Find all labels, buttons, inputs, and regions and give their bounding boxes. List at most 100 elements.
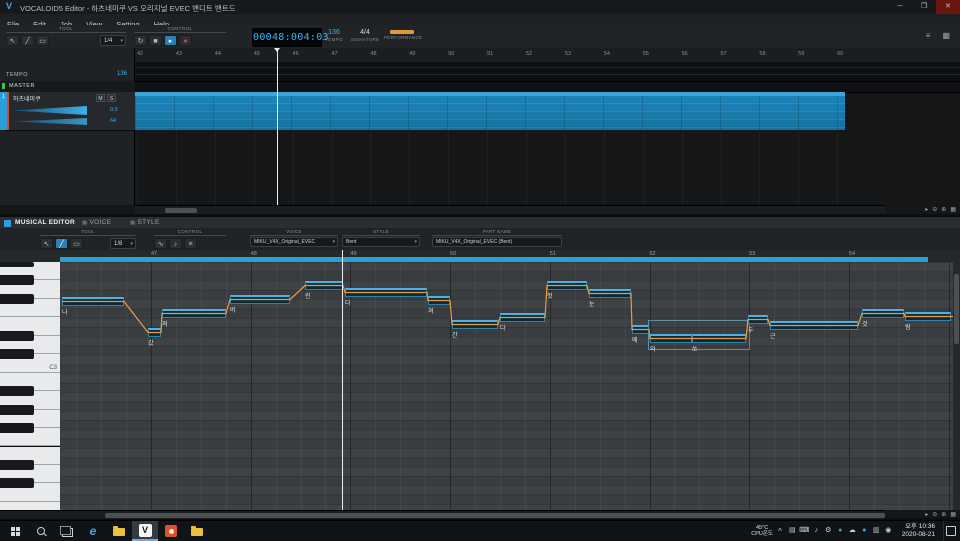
piano-key-sharp[interactable]: [0, 459, 34, 470]
note[interactable]: [230, 295, 290, 304]
close-button[interactable]: ✕: [936, 0, 960, 14]
mute-button[interactable]: M: [96, 94, 105, 102]
zoom-out-icon[interactable]: ⊖: [932, 206, 937, 213]
eraser-tool-icon[interactable]: ▭: [36, 35, 49, 46]
tray-volume-icon[interactable]: ◉: [883, 521, 894, 541]
tray-messenger-icon[interactable]: ●: [835, 521, 846, 541]
piano-key-sharp[interactable]: [0, 423, 34, 434]
piano-roll-scrollbar[interactable]: [0, 510, 885, 519]
note[interactable]: [770, 321, 858, 330]
tray-network-icon[interactable]: ▥: [871, 521, 882, 541]
tray-display-icon[interactable]: ▤: [787, 521, 798, 541]
vocal-part-clip[interactable]: [135, 92, 845, 130]
note[interactable]: [632, 325, 649, 334]
piano-roll-scrollbar-handle[interactable]: [105, 512, 885, 518]
style-field[interactable]: STYLE Bent ▾: [342, 229, 420, 248]
piano-key-sharp[interactable]: [0, 349, 34, 360]
zoom-in-icon[interactable]: ⊕: [941, 206, 946, 213]
cpu-temp-widget[interactable]: 45°C CPU온도: [751, 525, 773, 538]
note[interactable]: [500, 313, 545, 322]
piano-key-sharp[interactable]: [0, 275, 34, 286]
search-button[interactable]: [28, 521, 54, 541]
vocaloid-app-button[interactable]: V: [132, 521, 158, 541]
quantize-select[interactable]: 1/4 ▾: [100, 35, 126, 46]
task-view-button[interactable]: [54, 521, 80, 541]
tray-cloud-icon[interactable]: ☁: [847, 521, 858, 541]
voice-field-value[interactable]: MIKU_V4X_Original_EVEC ▾: [250, 237, 338, 247]
volume-fader[interactable]: [13, 106, 87, 115]
note[interactable]: [62, 297, 124, 306]
grid-options-icon[interactable]: ▦: [950, 206, 956, 213]
edge-button[interactable]: e: [80, 521, 106, 541]
notes-icon[interactable]: ♪: [169, 238, 182, 249]
playhead[interactable]: [274, 48, 280, 205]
tray-expand-chevron[interactable]: ^: [778, 527, 782, 536]
grid-options-icon[interactable]: ▦: [950, 511, 956, 518]
maximize-button[interactable]: ❐: [912, 0, 936, 14]
pointer-tool-icon[interactable]: ↖: [40, 238, 53, 249]
minimize-button[interactable]: ─: [888, 0, 912, 14]
photos-app-button[interactable]: [158, 521, 184, 541]
note[interactable]: [162, 309, 226, 318]
piano-key-sharp[interactable]: [0, 293, 34, 304]
piano-key-sharp[interactable]: [0, 330, 34, 341]
arrange-timeline[interactable]: 42 43 44 45 46 47 48 49 50 51 52 53 54 55 56 57 58 59 60: [135, 48, 960, 205]
tray-keyboard-icon[interactable]: ⌨: [799, 521, 810, 541]
tray-sync-icon[interactable]: ●: [859, 521, 870, 541]
stop-icon[interactable]: ■: [149, 35, 162, 46]
scroll-right-icon[interactable]: ▸: [925, 511, 928, 518]
note[interactable]: [589, 289, 631, 298]
part-name-field[interactable]: PART NAME MIKU_V4X_Original_EVEC (Bent): [432, 229, 562, 248]
note[interactable]: [547, 281, 587, 290]
params-icon[interactable]: ≡: [184, 238, 197, 249]
note-grid[interactable]: 나갔져버린다쳐간다첫눈에와쏘두근것럼: [60, 262, 960, 510]
note[interactable]: [345, 288, 427, 297]
start-button[interactable]: [2, 521, 28, 541]
performance-display[interactable]: PERFORMANCE: [384, 28, 422, 41]
piano-keyboard[interactable]: C3: [0, 262, 60, 510]
note[interactable]: [692, 334, 746, 343]
tray-sound-icon[interactable]: ♪: [811, 521, 822, 541]
taskbar-clock[interactable]: 오후 10:36 2020-08-21: [899, 523, 938, 539]
arrange-scrollbar-handle[interactable]: [165, 207, 197, 213]
list-view-icon[interactable]: ≡: [926, 31, 931, 40]
tray-settings-icon[interactable]: ⚙: [823, 521, 834, 541]
keyboard-view-icon[interactable]: ▦: [942, 31, 950, 40]
piano-key-sharp[interactable]: [0, 262, 34, 267]
pointer-tool-icon[interactable]: ↖: [6, 35, 19, 46]
pencil-tool-icon[interactable]: ╱: [21, 35, 34, 46]
tempo-display[interactable]: 136 TEMPO: [322, 28, 346, 43]
note[interactable]: [862, 309, 904, 318]
note[interactable]: [428, 296, 450, 305]
note[interactable]: [650, 334, 692, 343]
time-display[interactable]: 00048:004:03: [252, 28, 329, 47]
dynamics-icon[interactable]: ∿: [154, 238, 167, 249]
note[interactable]: [748, 315, 768, 324]
track-header[interactable]: 1 하츠네미쿠 M S 0.0 64: [0, 92, 135, 131]
pencil-tool-icon[interactable]: ╱: [55, 238, 68, 249]
editor-playhead[interactable]: [342, 262, 343, 510]
part-name-value[interactable]: MIKU_V4X_Original_EVEC (Bent): [432, 237, 562, 247]
zoom-out-icon[interactable]: ⊖: [932, 511, 937, 518]
vscrollbar-handle[interactable]: [954, 274, 959, 344]
style-field-value[interactable]: Bent ▾: [342, 237, 420, 247]
record-icon[interactable]: ●: [179, 35, 192, 46]
piano-key-sharp[interactable]: [0, 478, 34, 489]
arrange-scrollbar[interactable]: [135, 205, 885, 214]
note[interactable]: [905, 312, 951, 321]
zoom-in-icon[interactable]: ⊕: [941, 511, 946, 518]
piano-key-sharp[interactable]: [0, 404, 34, 415]
note[interactable]: [305, 281, 343, 290]
solo-button[interactable]: S: [107, 94, 116, 102]
play-icon[interactable]: ▸: [164, 35, 177, 46]
eraser-tool-icon[interactable]: ▭: [70, 238, 83, 249]
action-center-button[interactable]: [943, 521, 958, 541]
editor-quantize-select[interactable]: 1/8 ▾: [110, 238, 136, 249]
loop-icon[interactable]: ↻: [134, 35, 147, 46]
note[interactable]: [148, 328, 161, 337]
arrange-ruler[interactable]: 42 43 44 45 46 47 48 49 50 51 52 53 54 55 56 57 58 59 60: [135, 48, 960, 63]
note[interactable]: [452, 320, 498, 329]
piano-roll-vscrollbar[interactable]: [953, 262, 960, 510]
pan-fader[interactable]: [13, 118, 87, 125]
scroll-right-icon[interactable]: ▸: [925, 206, 928, 213]
